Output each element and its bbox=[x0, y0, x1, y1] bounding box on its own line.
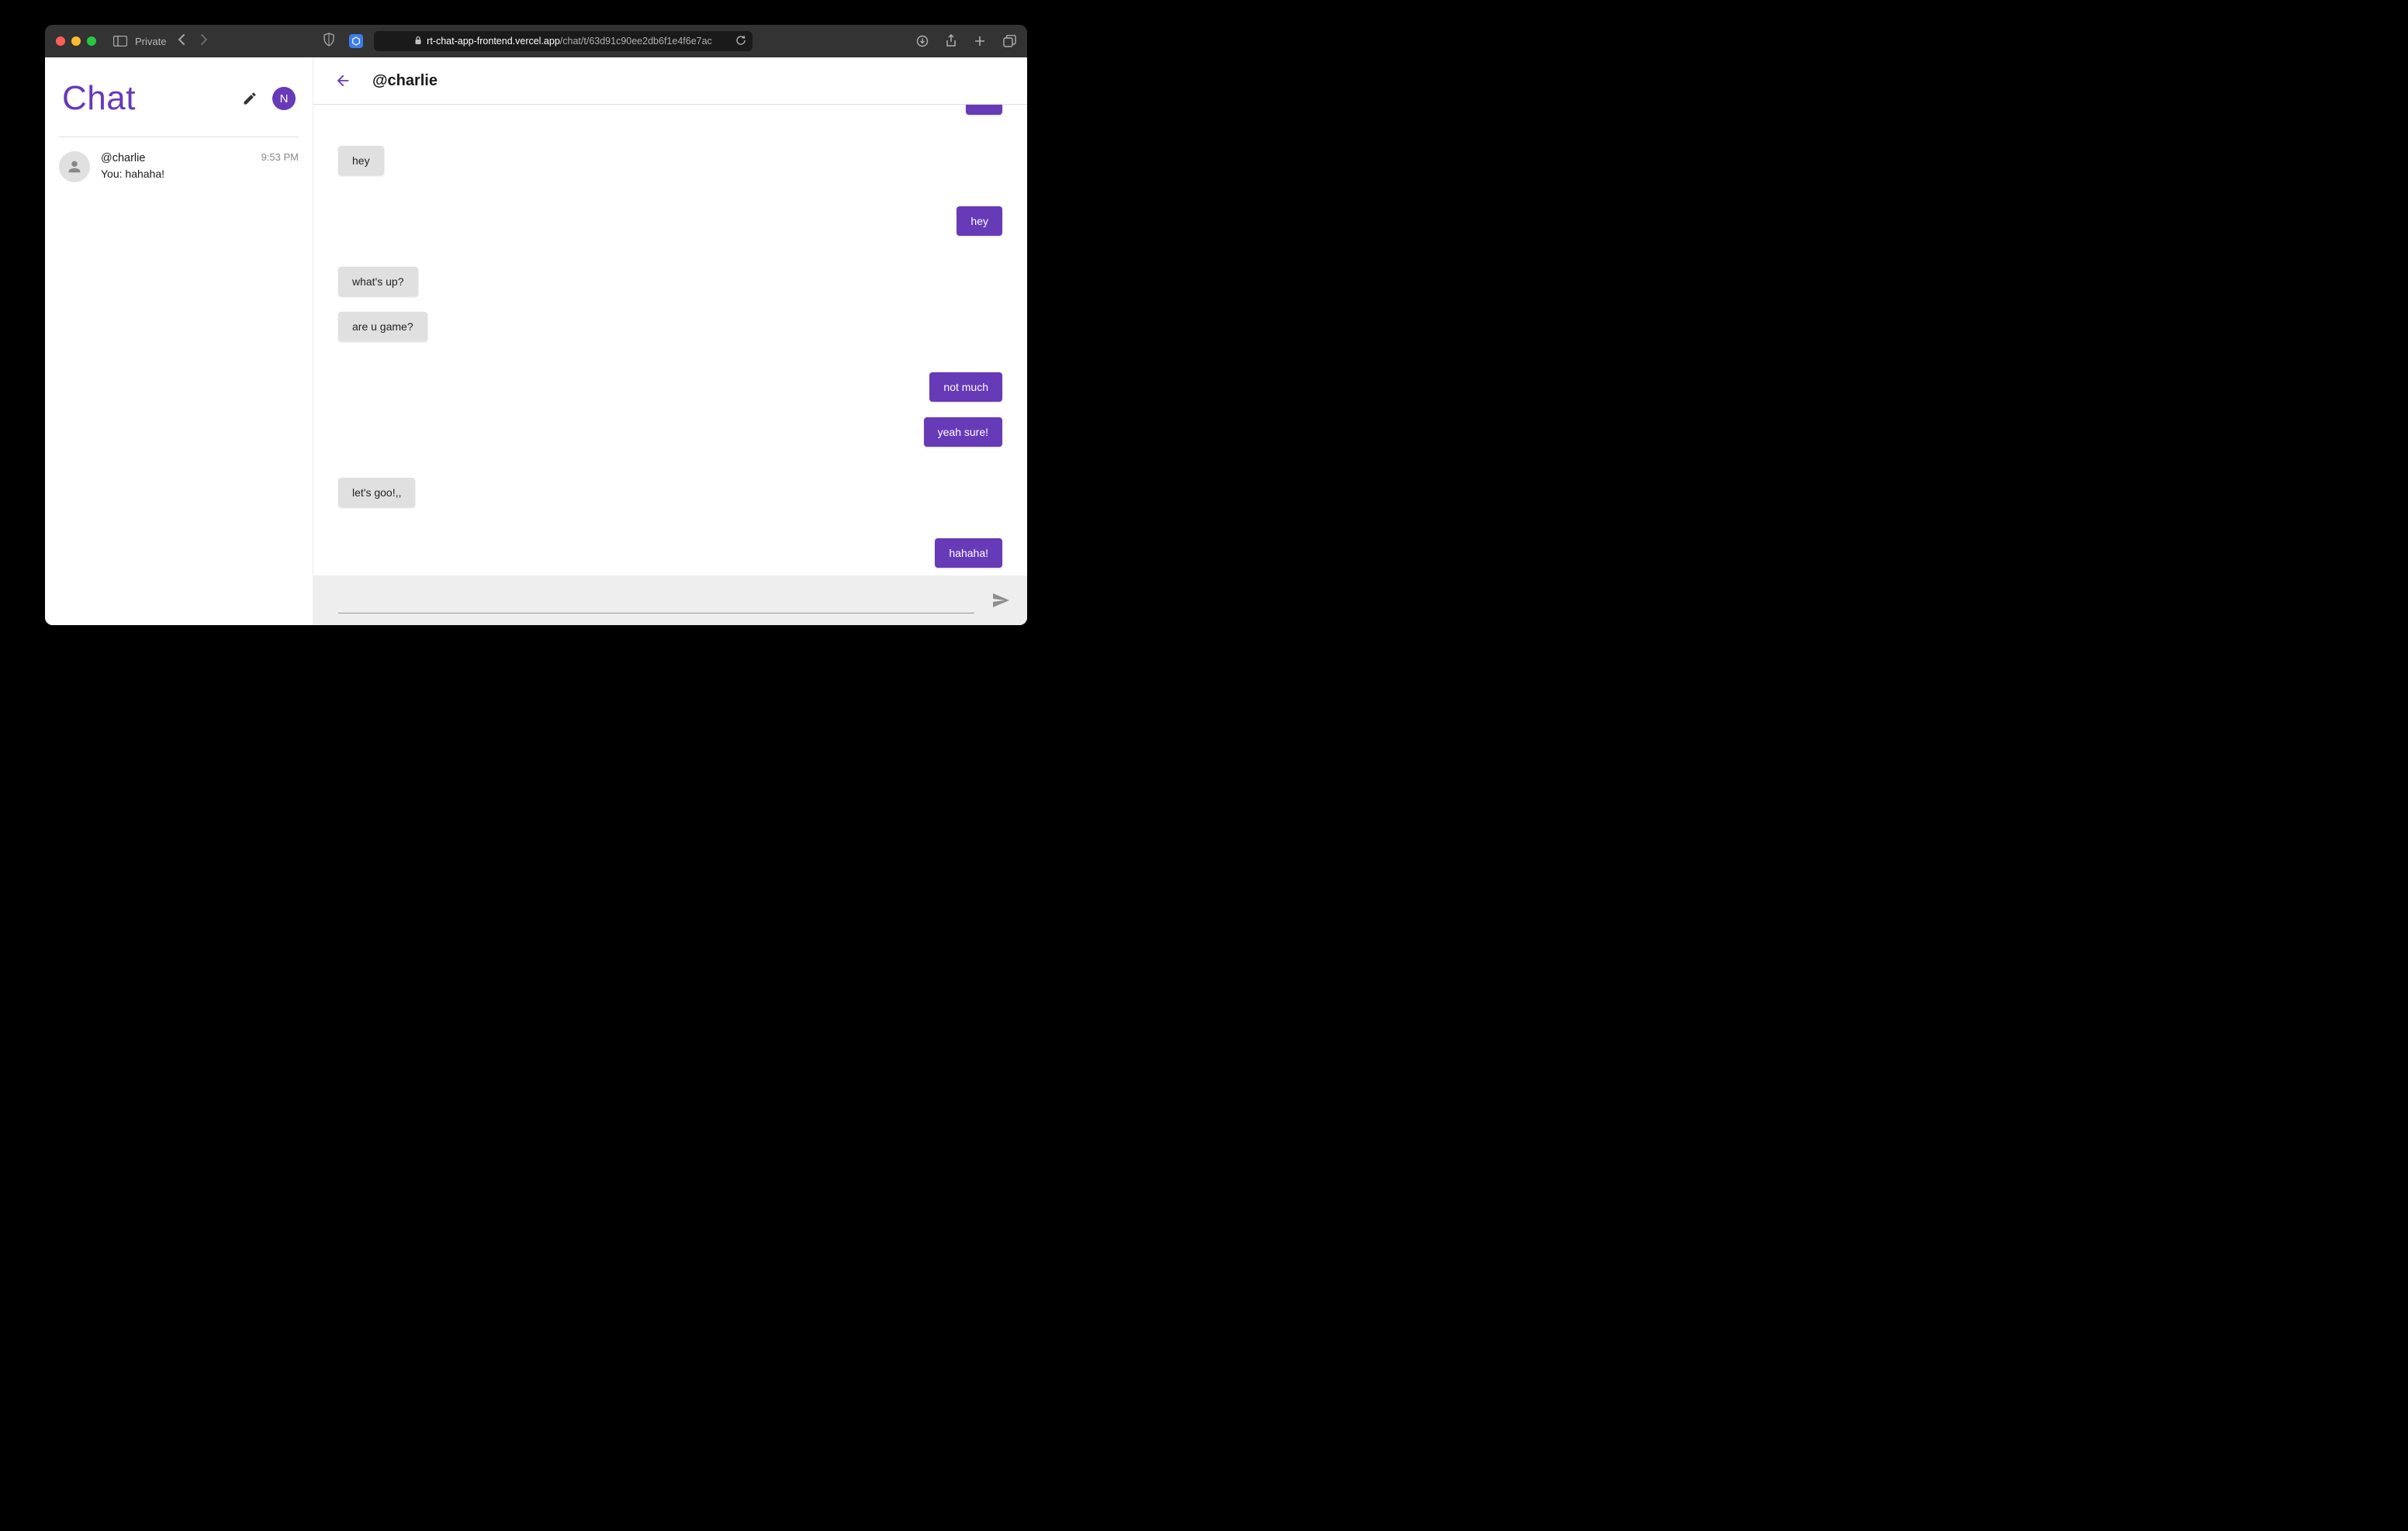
message-bubble-self: hahaha! bbox=[935, 538, 1002, 568]
message-row: yeah sure! bbox=[338, 417, 1002, 447]
sidebar-toggle-icon[interactable] bbox=[113, 36, 127, 47]
app-title: Chat bbox=[62, 79, 235, 118]
downloads-icon[interactable] bbox=[916, 35, 929, 47]
conversation-time: 9:53 PM bbox=[261, 151, 299, 163]
main-panel: @charlie hi hey hey what's up? are u game? no… bbox=[313, 57, 1027, 625]
reload-icon[interactable] bbox=[736, 35, 746, 48]
toolbar-left-icons bbox=[323, 33, 363, 50]
message-bubble-self: yeah sure! bbox=[924, 417, 1002, 447]
message-bubble-other: what's up? bbox=[338, 267, 418, 296]
message-bubble-self: not much bbox=[929, 372, 1002, 402]
sidebar: Chat N @charlie You: hahaha! 9:53 PM bbox=[45, 57, 313, 625]
compose-button[interactable] bbox=[235, 84, 265, 113]
conversation-name: @charlie bbox=[101, 151, 255, 166]
window-controls bbox=[56, 36, 96, 46]
toolbar-right-icons bbox=[916, 34, 1016, 48]
conversation-item[interactable]: @charlie You: hahaha! 9:53 PM bbox=[45, 142, 313, 192]
message-row: are u game? bbox=[338, 312, 1002, 341]
message-row: hey bbox=[338, 206, 1002, 236]
send-button[interactable] bbox=[984, 583, 1018, 617]
lock-icon bbox=[414, 36, 422, 47]
nav-back-button[interactable] bbox=[177, 33, 185, 50]
browser-toolbar: Private rt-chat-app-frontend.vercel.app/… bbox=[45, 25, 1027, 57]
message-list[interactable]: hi hey hey what's up? are u game? not much yea… bbox=[313, 105, 1027, 575]
message-row: hahaha! bbox=[338, 538, 1002, 568]
message-bubble-self: hey bbox=[957, 206, 1002, 236]
message-bubble-other: let's goo!,, bbox=[338, 478, 415, 507]
message-row: not much bbox=[338, 372, 1002, 402]
message-bubble-other: are u game? bbox=[338, 312, 427, 341]
nav-arrows bbox=[177, 33, 208, 50]
message-row: hey bbox=[338, 146, 1002, 175]
message-row: what's up? bbox=[338, 267, 1002, 296]
close-window-button[interactable] bbox=[56, 36, 65, 46]
message-input[interactable] bbox=[338, 587, 974, 613]
shield-icon[interactable] bbox=[323, 33, 335, 50]
maximize-window-button[interactable] bbox=[87, 36, 96, 46]
extension-icon[interactable] bbox=[349, 34, 363, 48]
sidebar-header: Chat N bbox=[45, 57, 313, 137]
composer bbox=[313, 575, 1027, 625]
avatar-letter: N bbox=[280, 92, 289, 105]
app-body: Chat N @charlie You: hahaha! 9:53 PM @char… bbox=[45, 57, 1027, 625]
message-bubble-self: hi bbox=[966, 105, 1002, 115]
thread-title: @charlie bbox=[372, 72, 438, 90]
minimize-window-button[interactable] bbox=[71, 36, 81, 46]
person-icon bbox=[59, 151, 90, 182]
conversation-text: @charlie You: hahaha! bbox=[101, 151, 255, 180]
nav-forward-button[interactable] bbox=[199, 33, 208, 50]
thread-header: @charlie bbox=[313, 57, 1027, 105]
tabs-icon[interactable] bbox=[1003, 35, 1016, 48]
user-avatar[interactable]: N bbox=[272, 87, 296, 110]
back-button[interactable] bbox=[327, 65, 358, 96]
browser-window: Private rt-chat-app-frontend.vercel.app/… bbox=[45, 25, 1027, 625]
private-mode-label: Private bbox=[135, 36, 166, 47]
conversation-preview: You: hahaha! bbox=[101, 168, 255, 180]
url-text: rt-chat-app-frontend.vercel.app/chat/t/6… bbox=[427, 36, 712, 47]
message-row: let's goo!,, bbox=[338, 478, 1002, 507]
share-icon[interactable] bbox=[946, 34, 957, 48]
message-row: hi bbox=[338, 105, 1002, 115]
conversation-list: @charlie You: hahaha! 9:53 PM bbox=[45, 137, 313, 625]
message-bubble-other: hey bbox=[338, 146, 384, 175]
new-tab-icon[interactable] bbox=[974, 35, 986, 47]
address-bar[interactable]: rt-chat-app-frontend.vercel.app/chat/t/6… bbox=[374, 31, 752, 51]
